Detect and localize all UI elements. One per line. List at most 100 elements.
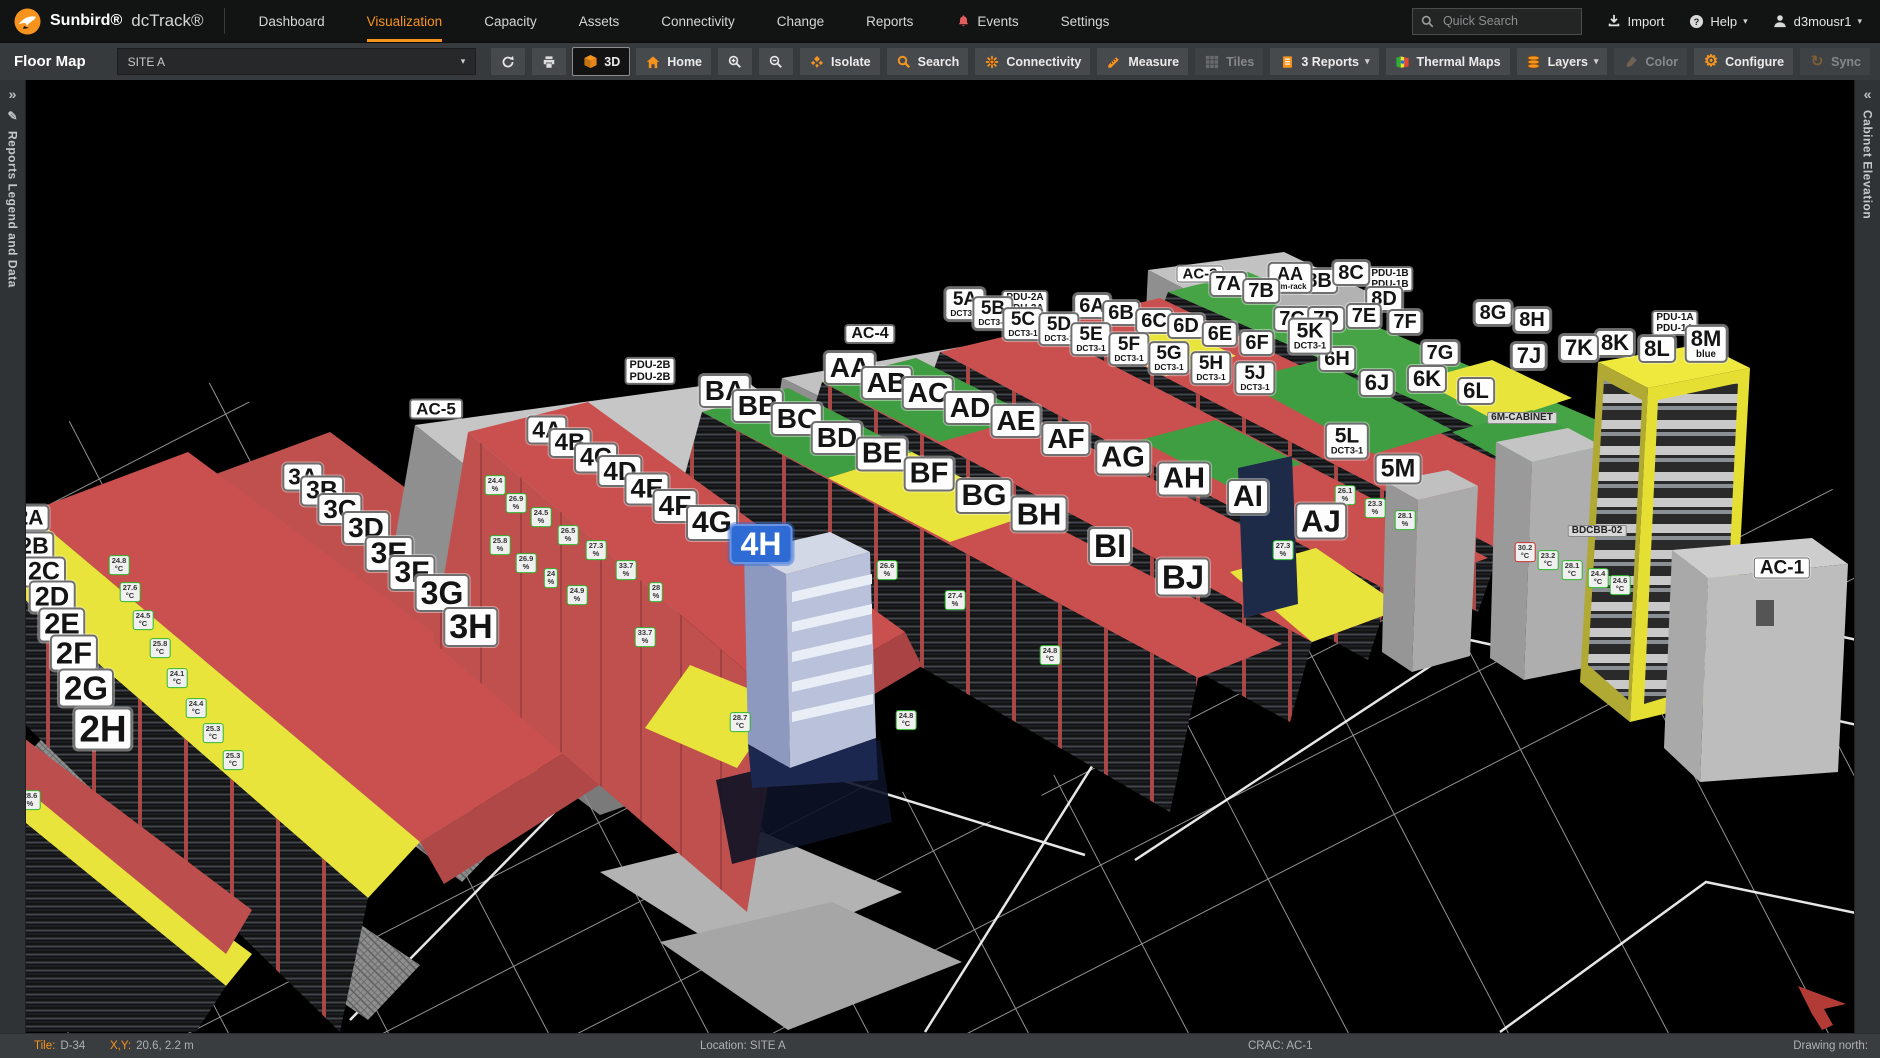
search-icon [1421,13,1434,29]
diamond-icon [809,54,825,70]
rack-label-6k[interactable]: 6K [1407,365,1447,393]
isolate-button[interactable]: Isolate [800,48,880,75]
rack-label-bi[interactable]: BI [1088,527,1132,565]
rack-label-bf[interactable]: BF [904,457,955,492]
rack-label-6j[interactable]: 6J [1359,369,1395,397]
rack-label-7a[interactable]: 7A [1209,271,1247,297]
rack-label-bj[interactable]: BJ [1156,558,1210,597]
rack-label-6f[interactable]: 6F [1239,330,1274,356]
nav-item-connectivity[interactable]: Connectivity [661,0,735,42]
nav-item-reports[interactable]: Reports [866,0,913,42]
rack-label-ai[interactable]: AI [1227,479,1269,515]
zoom-out-button[interactable] [759,48,793,75]
rack-label-bh[interactable]: BH [1011,496,1068,533]
rack-label-5g[interactable]: 5GDCT3-1 [1148,341,1189,375]
user-menu[interactable]: d3mousr1 ▾ [1772,13,1862,29]
nav-item-events[interactable]: Events [955,0,1018,42]
rack-label-8k[interactable]: 8K [1595,329,1635,357]
quick-search[interactable] [1412,8,1582,35]
doc-icon [1279,54,1295,70]
measure-button[interactable]: Measure [1097,48,1188,75]
cabinet-5m-grey[interactable] [1382,470,1478,672]
rack-label-af[interactable]: AF [1041,422,1090,456]
nav-item-assets[interactable]: Assets [579,0,620,42]
nav-item-capacity[interactable]: Capacity [484,0,537,42]
rack-label-7e[interactable]: 7E [1346,303,1382,329]
gear-icon: ⚙ [1703,54,1719,70]
rack-label-2h[interactable]: 2H [73,708,132,751]
rack-label-5e[interactable]: 5EDCT3-1 [1070,322,1111,356]
rack-label-8g[interactable]: 8G [1474,300,1513,326]
nav-divider [224,8,225,34]
sync-button[interactable]: ↻Sync [1800,48,1870,75]
help-menu[interactable]: ? Help ▾ [1688,13,1747,29]
import-button[interactable]: Import [1606,13,1665,29]
rack-label-6d[interactable]: 6D [1167,313,1205,339]
rack-label-ac-5[interactable]: AC-5 [410,400,462,419]
rack-label-6l[interactable]: 6L [1457,377,1495,405]
floor-map-3d-view[interactable]: 27.9°C21%28.6%24.8°C27.6°C24.5°C25.8°C24… [0,80,1880,1034]
connectivity-button[interactable]: Connectivity [975,48,1090,75]
rack-label-5h[interactable]: 5HDCT3-1 [1190,351,1231,385]
configure-button[interactable]: ⚙Configure [1694,48,1793,75]
print-button[interactable] [532,48,566,75]
sync-label: Sync [1831,55,1861,69]
reports-button[interactable]: 3 Reports▾ [1270,48,1378,75]
site-selector-value: SITE A [128,55,165,69]
rack-label-bdcbb-02[interactable]: BDCBB-02 [1568,525,1627,537]
rack-label-7k[interactable]: 7K [1559,334,1599,362]
rack-label-5f[interactable]: 5FDCT3-1 [1108,332,1149,366]
rack-label-8h[interactable]: 8H [1513,307,1551,333]
view-3d-button[interactable]: 3D [573,48,629,75]
color-button[interactable]: Color [1614,48,1687,75]
thermal-maps-button[interactable]: Thermal Maps [1386,48,1510,75]
nav-item-change[interactable]: Change [777,0,824,42]
rack-label-6e[interactable]: 6E [1202,321,1238,347]
rack-label-5j[interactable]: 5JDCT3-1 [1234,361,1275,395]
site-selector[interactable]: SITE A ▾ [117,48,477,75]
rack-label-5l[interactable]: 5LDCT3-1 [1325,423,1369,460]
expand-panel-icon[interactable]: » [9,87,17,101]
rack-label-6m-cabinet[interactable]: 6M-CABINET [1487,412,1557,424]
rack-label-7f[interactable]: 7F [1387,309,1422,335]
home-button[interactable]: Home [636,48,711,75]
expand-panel-icon[interactable]: « [1864,87,1872,101]
layers-icon [1526,54,1542,70]
rack-label-5k[interactable]: 5KDCT3-1 [1288,318,1332,355]
rack-label-aj[interactable]: AJ [1295,503,1347,540]
quick-search-input[interactable] [1441,13,1573,29]
rack-label-ad[interactable]: AD [944,391,996,425]
layers-button[interactable]: Layers▾ [1517,48,1608,75]
zoom-in-button[interactable] [718,48,752,75]
rack-label-5m[interactable]: 5M [1375,454,1422,485]
rack-label-2f[interactable]: 2F [50,635,98,672]
rack-label-8l[interactable]: 8L [1638,335,1676,363]
rack-label-7j[interactable]: 7J [1511,342,1547,370]
rack-label-ae[interactable]: AE [991,404,1042,438]
nav-item-settings[interactable]: Settings [1061,0,1110,42]
cabinet-elevation-panel-tab[interactable]: « Cabinet Elevation [1854,80,1880,1034]
search-button[interactable]: Search [887,48,969,75]
rack-label-8m[interactable]: 8Mblue [1685,325,1728,363]
tiles-button[interactable]: Tiles [1195,48,1263,75]
nav-item-visualization[interactable]: Visualization [367,0,443,42]
rack-label-7b[interactable]: 7B [1242,278,1280,304]
rack-label-pdu-2b[interactable]: PDU-2BPDU-2B [626,358,675,384]
rack-label-2g[interactable]: 2G [58,669,114,708]
rack-label-be[interactable]: BE [856,437,908,472]
rack-label-ah[interactable]: AH [1157,462,1211,497]
rack-label-7g[interactable]: 7G [1421,340,1460,366]
cube-icon [582,54,598,70]
rack-label-8c[interactable]: 8C [1332,260,1370,286]
rack-label-ac-1[interactable]: AC-1 [1754,558,1810,579]
rack-label-ac-4[interactable]: AC-4 [845,325,894,343]
refresh-button[interactable] [491,48,525,75]
rack-label-4h[interactable]: 4H [730,524,793,564]
rack-label-ag[interactable]: AG [1095,441,1151,476]
printer-icon [541,54,557,70]
reports-legend-panel-tab[interactable]: » ✎ Reports Legend and Data [0,80,26,1034]
nav-item-dashboard[interactable]: Dashboard [259,0,325,42]
rack-label-3h[interactable]: 3H [443,607,498,647]
toolbar-buttons: 3D Home Isolate SearchConnectivity Measure Ti… [491,48,1870,75]
rack-label-bg[interactable]: BG [956,478,1013,514]
